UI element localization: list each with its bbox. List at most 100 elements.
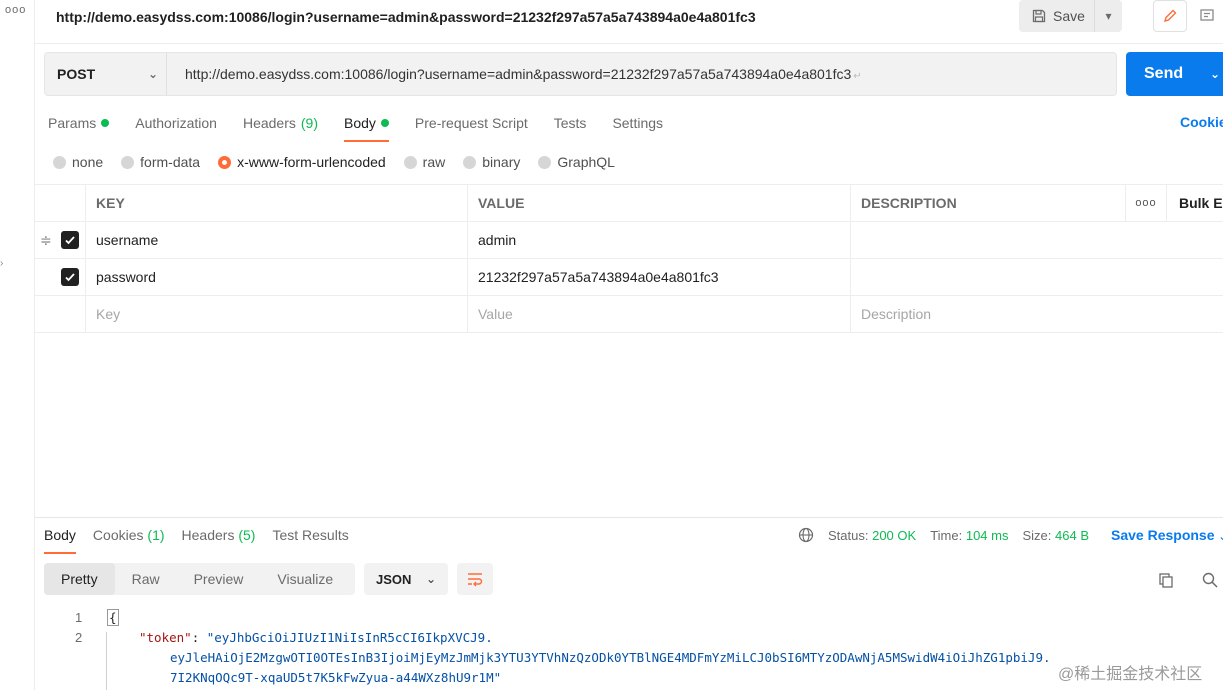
response-divider[interactable] <box>35 517 1223 518</box>
tab-params[interactable]: Params <box>48 113 110 133</box>
radio-label: none <box>72 154 104 170</box>
body-type-graphql[interactable]: GraphQL <box>538 154 615 170</box>
radio-icon[interactable] <box>463 155 477 169</box>
tab-label: Authorization <box>135 115 217 131</box>
body-type-form-data[interactable]: form-data <box>121 154 200 170</box>
save-options-chevron-down-icon[interactable]: ▾ <box>1095 9 1122 23</box>
view-pretty[interactable]: Pretty <box>44 563 115 595</box>
cell-text: admin <box>478 232 517 248</box>
table-row: password 21232f297a57a5a743894a0e4a801fc… <box>35 259 1223 296</box>
body-type-binary[interactable]: binary <box>463 154 520 170</box>
response-tab-test-results[interactable]: Test Results <box>272 527 348 545</box>
radio-icon[interactable] <box>538 155 552 169</box>
tab-headers[interactable]: Headers (9) <box>243 113 318 133</box>
description-cell[interactable] <box>850 259 1125 295</box>
description-placeholder-input[interactable]: Description <box>850 296 1125 332</box>
view-raw[interactable]: Raw <box>115 563 177 595</box>
request-tabs: Params Authorization Headers (9) Body Pre… <box>48 113 689 142</box>
left-sidebar-rail: ooo › <box>0 0 35 690</box>
line-number: 1 <box>75 610 83 625</box>
bulk-edit-button[interactable]: Bulk Ed <box>1166 185 1223 221</box>
time-info[interactable]: Time: 104 ms <box>930 528 1008 543</box>
save-icon <box>1032 9 1046 23</box>
column-options-icon[interactable]: ooo <box>1125 185 1166 221</box>
key-placeholder-input[interactable]: Key <box>85 296 467 332</box>
active-indicator-dot <box>101 119 110 127</box>
value-cell[interactable]: 21232f297a57a5a743894a0e4a801fc3 <box>467 259 850 295</box>
row-handle-cell <box>35 259 85 295</box>
collapse-handle-icon[interactable]: › <box>0 258 3 269</box>
tab-authorization[interactable]: Authorization <box>135 113 217 133</box>
line-number: 2 <box>75 630 83 645</box>
more-options-icon[interactable]: ooo <box>5 4 26 16</box>
tab-label: Headers <box>181 527 235 543</box>
method-select[interactable]: POST ⌄ <box>57 53 167 95</box>
value-cell[interactable]: admin <box>467 222 850 258</box>
response-tab-cookies[interactable]: Cookies (1) <box>93 527 165 545</box>
comments-button[interactable] <box>1195 4 1219 28</box>
save-response-button[interactable]: Save Response ⌄ <box>1111 527 1223 543</box>
radio-label: raw <box>422 154 446 170</box>
body-type-x-www-form-urlencoded[interactable]: x-www-form-urlencoded <box>218 154 386 170</box>
code-line: eyJleHAiOjE2MzgwOTI0OTEsInB3IjoiMjEyMzJm… <box>170 650 1051 665</box>
cookies-link[interactable]: Cookie <box>1180 114 1223 130</box>
size-info[interactable]: Size: 464 B <box>1022 528 1089 543</box>
tab-count: (9) <box>300 115 318 131</box>
radio-icon[interactable] <box>53 155 66 169</box>
request-title[interactable]: http://demo.easydss.com:10086/login?user… <box>56 9 756 25</box>
response-body-code[interactable]: 1 2 { "token": "eyJhbGciOiJIUzI1NiIsInR5… <box>35 608 1223 690</box>
json-value: eyJleHAiOjE2MzgwOTI0OTEsInB3IjoiMjEyMzJm… <box>170 650 1051 665</box>
format-select[interactable]: JSON ⌄ <box>364 563 448 595</box>
tab-tests[interactable]: Tests <box>554 113 587 133</box>
radio-label: binary <box>482 154 521 170</box>
view-preview[interactable]: Preview <box>177 563 261 595</box>
watermark: @稀土掘金技术社区 <box>1058 666 1203 683</box>
search-icon[interactable] <box>1201 571 1219 592</box>
tab-count: (5) <box>238 527 256 543</box>
tab-pre-request-script[interactable]: Pre-request Script <box>415 113 528 133</box>
url-input[interactable]: http://demo.easydss.com:10086/login?user… <box>185 66 862 82</box>
key-cell[interactable]: username <box>85 222 467 258</box>
comment-icon <box>1200 9 1214 21</box>
save-label: Save <box>1053 8 1085 24</box>
response-tab-headers[interactable]: Headers (5) <box>182 527 256 545</box>
tab-body[interactable]: Body <box>344 113 389 142</box>
save-button[interactable]: Save <box>1019 0 1095 32</box>
key-cell[interactable]: password <box>85 259 467 295</box>
description-cell[interactable] <box>850 222 1125 258</box>
radio-selected-icon[interactable] <box>218 155 232 169</box>
line-end-icon: ↵ <box>853 71 862 82</box>
value-placeholder-input[interactable]: Value <box>467 296 850 332</box>
tab-settings[interactable]: Settings <box>612 113 663 133</box>
status-value: 200 OK <box>872 527 917 543</box>
json-value: 7I2KNqOQc9T-xqaUD5t7K5kFwZyua-a44WXz8hU9… <box>170 670 502 685</box>
row-checkbox[interactable] <box>61 231 79 249</box>
tab-count: (1) <box>147 527 165 543</box>
row-checkbox[interactable] <box>61 268 79 286</box>
chevron-down-icon: ⌄ <box>1218 531 1223 543</box>
view-visualize[interactable]: Visualize <box>260 563 350 595</box>
copy-icon[interactable] <box>1157 571 1175 592</box>
method-value: POST <box>57 66 96 82</box>
response-tab-body[interactable]: Body <box>44 527 76 554</box>
radio-icon[interactable] <box>121 155 135 169</box>
drag-handle-icon[interactable]: ≑ <box>40 232 52 249</box>
body-type-none[interactable]: none <box>53 154 103 170</box>
response-status-bar: Status: 200 OK Time: 104 ms Size: 464 B … <box>798 527 1223 543</box>
view-label: Visualize <box>277 571 334 587</box>
check-icon <box>65 236 75 245</box>
globe-icon[interactable] <box>798 527 814 543</box>
wrap-lines-button[interactable] <box>457 563 493 595</box>
radio-label: GraphQL <box>557 154 615 170</box>
table-row-new: Key Value Description <box>35 296 1223 333</box>
body-type-raw[interactable]: raw <box>403 154 446 170</box>
format-value: JSON <box>376 571 412 587</box>
magnifier-icon <box>1202 572 1218 588</box>
send-button[interactable]: Send ⌄ <box>1126 52 1223 96</box>
status-info[interactable]: Status: 200 OK <box>828 528 916 543</box>
tab-label: Test Results <box>272 527 349 543</box>
radio-icon[interactable] <box>403 155 417 169</box>
url-value: http://demo.easydss.com:10086/login?user… <box>185 66 852 82</box>
send-options-chevron-down-icon[interactable]: ⌄ <box>1210 67 1220 81</box>
edit-pencil-button[interactable] <box>1153 0 1187 32</box>
